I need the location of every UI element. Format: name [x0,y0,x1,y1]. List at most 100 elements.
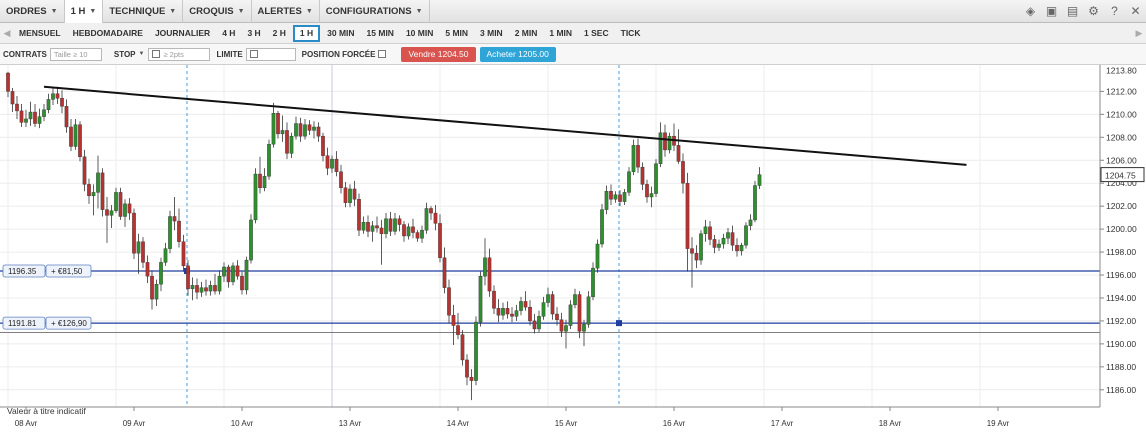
candle-body [739,244,744,252]
candle-body [424,208,429,231]
menu-configurations[interactable]: CONFIGURATIONS ▼ [320,0,430,23]
limit-checkbox[interactable] [249,50,258,58]
candle-body [118,192,123,217]
contracts-input[interactable]: Taille ≥ 10 [49,47,102,61]
candle-body [577,294,582,332]
candle-body [91,192,96,197]
candle-body [631,145,636,172]
candle-body [42,109,46,117]
y-tick-label: 1208.00 [1106,132,1137,142]
stop-input[interactable]: ≥ 2pts [148,47,211,61]
period-30min[interactable]: 30 MIN [322,25,359,42]
help-icon[interactable]: ? [1108,4,1121,18]
period-5min[interactable]: 5 MIN [440,25,473,42]
candle-body [694,253,699,261]
candle-body [24,118,28,123]
period-2h[interactable]: 2 H [268,25,291,42]
candle-body [370,225,375,232]
candle-body [244,259,249,291]
period-3min[interactable]: 3 MIN [475,25,508,42]
period-tick[interactable]: TICK [616,25,646,42]
candle-body [690,248,694,254]
candle-body [96,172,100,193]
candle-body [127,203,132,214]
menu-technique[interactable]: TECHNIQUE ▼ [103,0,184,23]
candle-body [604,191,609,210]
candle-body [420,230,424,239]
scroll-right-icon[interactable]: ▶ [1132,23,1146,44]
candle-body [280,130,285,135]
period-1sec[interactable]: 1 SEC [579,25,614,42]
scroll-left-icon[interactable]: ◀ [0,23,14,44]
candle-body [231,265,235,283]
sell-button[interactable]: Vendre 1204.50 [401,46,476,62]
limit-input[interactable] [245,47,296,61]
save-icon[interactable]: ▤ [1066,4,1079,18]
candle-body [415,232,420,239]
menu-configurations-label: CONFIGURATIONS [325,5,412,17]
menu-alertes[interactable]: ALERTES ▼ [252,0,320,23]
candle-body [618,194,622,202]
y-tick-label: 1194.00 [1106,293,1136,303]
candle-body [73,124,78,147]
buy-button[interactable]: Acheter 1205.00 [479,46,556,62]
candle-body [586,296,591,325]
period-hebdomadaire[interactable]: HEBDOMADAIRE [68,25,148,42]
candle-body [708,226,712,240]
candle-body [429,208,433,214]
candle-body [321,135,325,156]
menu-orders[interactable]: ORDRES ▼ [0,0,65,23]
forced-position-checkbox[interactable] [378,50,387,58]
candle-body [402,224,406,237]
candle-body [375,225,379,229]
layers-icon[interactable]: ◈ [1024,4,1037,18]
period-3h[interactable]: 3 H [242,25,265,42]
period-mensuel[interactable]: MENSUEL [14,25,66,42]
stop-placeholder: ≥ 2pts [163,49,184,59]
period-10min[interactable]: 10 MIN [401,25,438,42]
candle-body [312,126,316,131]
candle-body [33,111,37,124]
menu-timeframe-label: 1 H [70,5,86,17]
candle-body [15,103,19,112]
candle-body [100,172,105,210]
candle-body [87,184,91,197]
candle-body [303,124,307,137]
level-price-label: 1196.35 [8,267,37,276]
period-1min[interactable]: 1 MIN [544,25,577,42]
candle-body [546,294,550,303]
disclaimer-text: Valeur à titre indicatif [7,406,86,416]
period-15min[interactable]: 15 MIN [362,25,399,42]
gear-icon[interactable]: ⚙ [1087,4,1100,18]
candle-body [528,306,532,322]
period-journalier[interactable]: JOURNALIER [150,25,215,42]
candle-body [532,320,537,330]
menu-timeframe[interactable]: 1 H ▼ [64,0,104,23]
candle-body [60,98,64,107]
candle-body [613,194,618,200]
candle-body [69,126,73,147]
period-4h[interactable]: 4 H [217,25,240,42]
toolbar-icons: ◈ ▣ ▤ ⚙ ? ✕ [1024,4,1142,18]
candle-body [730,232,735,246]
menu-croquis[interactable]: CROQUIS ▼ [183,0,252,23]
y-tick-label: 1190.00 [1106,339,1136,349]
candle-body [645,184,649,198]
chart-grid [0,65,1100,407]
candle-body [37,116,42,124]
price-chart[interactable]: 1196.35 + €81,501191.81 + €126,90 1186.001… [0,65,1146,434]
candle-body [208,285,213,292]
stop-checkbox[interactable] [152,50,161,58]
candle-body [523,301,528,308]
candle-body [222,266,226,277]
candle-body [226,266,231,283]
candle-body [195,285,199,293]
period-2min[interactable]: 2 MIN [510,25,543,42]
chevron-down-icon[interactable]: ▼ [139,51,145,57]
entry-marker [616,320,622,327]
candle-body [735,244,739,252]
candle-body [483,257,487,277]
period-1h[interactable]: 1 H [292,24,321,42]
image-icon[interactable]: ▣ [1045,4,1058,18]
close-icon[interactable]: ✕ [1129,4,1142,18]
